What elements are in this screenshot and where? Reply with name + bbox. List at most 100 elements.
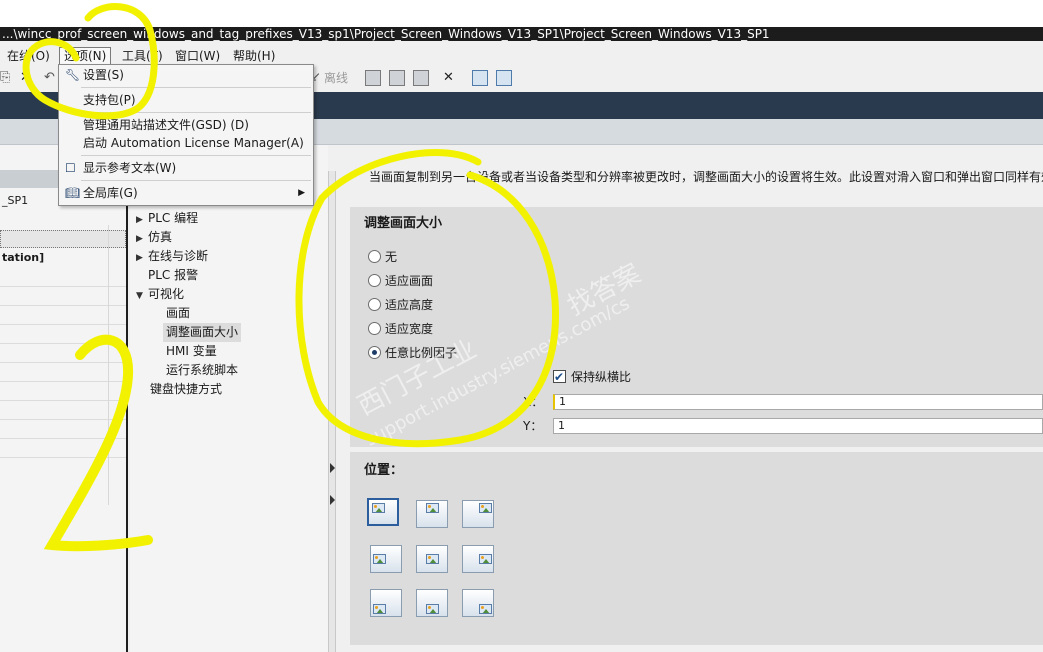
tree-item-simulation[interactable]: ▶ 仿真 (136, 228, 172, 247)
column-divider (108, 225, 109, 505)
menu-online[interactable]: 在线(O) (3, 47, 54, 65)
tree-item-label: 可视化 (148, 287, 185, 301)
close-tool-icon[interactable]: ✕ (443, 69, 454, 87)
radio-fit-height[interactable]: 适应高度 (368, 296, 433, 314)
radio-none[interactable]: 无 (368, 248, 397, 266)
image-icon (479, 503, 492, 513)
menu-tools[interactable]: 工具(T) (118, 47, 167, 65)
menu-window[interactable]: 窗口(W) (171, 47, 224, 65)
menu-separator (81, 87, 311, 88)
radio-fit-width[interactable]: 适应宽度 (368, 320, 433, 338)
checkbox-label: 保持纵横比 (571, 370, 632, 384)
tree-item-online-diagnostics[interactable]: ▶ 在线与诊断 (136, 247, 208, 266)
delete-icon[interactable]: ✕ (20, 69, 31, 87)
image-icon (373, 604, 386, 614)
image-icon (426, 554, 439, 564)
undo-icon[interactable]: ↶ (44, 69, 55, 87)
info-text: 当画面复制到另一台设备或者当设备类型和分辨率被更改时，调整画面大小的设置将生效。… (369, 170, 1043, 184)
tree-item-screens[interactable]: 画面 (166, 304, 190, 323)
tree-item-label: PLC 报警 (148, 268, 199, 282)
position-center-button[interactable] (416, 545, 448, 573)
image-icon (373, 554, 386, 564)
accessible-devices-icon[interactable] (365, 70, 381, 86)
tree-item-screen-resize[interactable]: 调整画面大小 (163, 323, 242, 342)
tree-item-hmi-tags[interactable]: HMI 变量 (166, 342, 217, 361)
checkbox-checked[interactable] (553, 368, 566, 386)
resize-section (350, 207, 1043, 447)
radio-button[interactable] (368, 322, 381, 335)
stop-simulation-icon[interactable] (413, 70, 429, 86)
menu-item-global-libraries[interactable]: 📖︎ 全局库(G) ▶ (59, 184, 313, 202)
tree-item-label: 仿真 (148, 230, 173, 244)
radio-label: 适应高度 (385, 298, 434, 312)
radio-any-scale-factor[interactable]: 任意比例因子 (368, 344, 457, 362)
image-icon (372, 503, 385, 513)
tree-item-label: 在线与诊断 (148, 249, 209, 263)
checkbox-empty-icon: ☐ (65, 161, 76, 175)
menu-item-start-alm[interactable]: 启动 Automation License Manager(A) (59, 134, 313, 152)
project-tree-panel: _SP1 tation] (0, 145, 128, 652)
tree-item-visualization[interactable]: ▼ 可视化 (136, 285, 184, 304)
position-middle-left-button[interactable] (370, 545, 402, 573)
image-icon (479, 604, 492, 614)
position-bottom-center-button[interactable] (416, 589, 448, 617)
menu-item-label: 显示参考文本(W) (83, 161, 177, 175)
radio-label: 适应画面 (385, 274, 434, 288)
submenu-arrow-icon: ▶ (298, 188, 305, 198)
splitter-arrow-icon[interactable] (330, 495, 335, 505)
desktop-strip (0, 0, 1043, 27)
radio-fit-screen[interactable]: 适应画面 (368, 272, 433, 290)
image-icon (426, 503, 439, 513)
radio-button[interactable] (368, 298, 381, 311)
tree-item-plc-programming[interactable]: ▶ PLC 编程 (136, 209, 198, 228)
radio-label: 任意比例因子 (385, 346, 458, 360)
start-simulation-icon[interactable] (389, 70, 405, 86)
x-label: X： (523, 395, 544, 409)
tree-item-runtime-scripts[interactable]: 运行系统脚本 (166, 361, 238, 380)
tree-item-keyboard-shortcuts[interactable]: 键盘快捷方式 (150, 380, 222, 399)
keep-aspect-ratio-checkbox[interactable]: 保持纵横比 (553, 368, 631, 386)
tree-item-label: PLC 编程 (148, 211, 199, 225)
menu-help[interactable]: 帮助(H) (229, 47, 279, 65)
radio-button[interactable] (368, 274, 381, 287)
radio-label: 无 (385, 250, 398, 264)
menu-item-label: 设置(S) (83, 68, 124, 82)
menu-item-support-packages[interactable]: 支持包(P) (59, 91, 313, 109)
book-icon: 📖︎ (65, 186, 81, 200)
wrench-icon: 🔧︎ (65, 68, 81, 82)
position-top-right-button[interactable] (462, 500, 494, 528)
position-section (350, 452, 1043, 645)
image-icon (479, 554, 492, 564)
split-horizontal-icon[interactable] (472, 70, 488, 86)
copy-icon[interactable]: ⎘ (0, 69, 10, 87)
menu-item-settings[interactable]: 🔧︎ 设置(S) (59, 66, 313, 84)
menu-item-manage-gsd[interactable]: 管理通用站描述文件(GSD) (D) (59, 116, 313, 134)
split-vertical-icon[interactable] (496, 70, 512, 86)
position-section-title: 位置： (364, 463, 404, 478)
y-scale-input[interactable]: 1 (553, 418, 1043, 434)
position-middle-right-button[interactable] (462, 545, 494, 573)
tree-item-plc-alarms[interactable]: PLC 报警 (136, 266, 198, 285)
splitter-arrow-icon[interactable] (330, 463, 335, 473)
panel-splitter[interactable] (328, 171, 336, 652)
radio-button-checked[interactable] (368, 346, 381, 359)
menu-bar: 在线(O) 选项(N) 工具(T) 窗口(W) 帮助(H) (0, 44, 1043, 66)
x-scale-input[interactable]: 1 (553, 394, 1043, 410)
resize-section-title: 调整画面大小 (364, 216, 443, 231)
go-offline-label[interactable]: 离线 (324, 69, 348, 87)
position-top-center-button[interactable] (416, 500, 448, 528)
menu-separator (81, 112, 311, 113)
position-bottom-left-button[interactable] (370, 589, 402, 617)
menu-item-show-reference-text[interactable]: ☐ 显示参考文本(W) (59, 159, 313, 177)
position-top-left-button[interactable] (367, 498, 399, 526)
collapse-icon[interactable]: ▼ (136, 287, 148, 306)
menu-separator (81, 180, 311, 181)
menu-item-label: 全局库(G) (83, 186, 138, 200)
image-icon (426, 604, 439, 614)
position-bottom-right-button[interactable] (462, 589, 494, 617)
radio-button[interactable] (368, 250, 381, 263)
radio-label: 适应宽度 (385, 322, 434, 336)
menu-separator (81, 155, 311, 156)
menu-options[interactable]: 选项(N) (59, 47, 112, 65)
options-menu: 🔧︎ 设置(S) 支持包(P) 管理通用站描述文件(GSD) (D) 启动 Aut… (58, 64, 314, 206)
